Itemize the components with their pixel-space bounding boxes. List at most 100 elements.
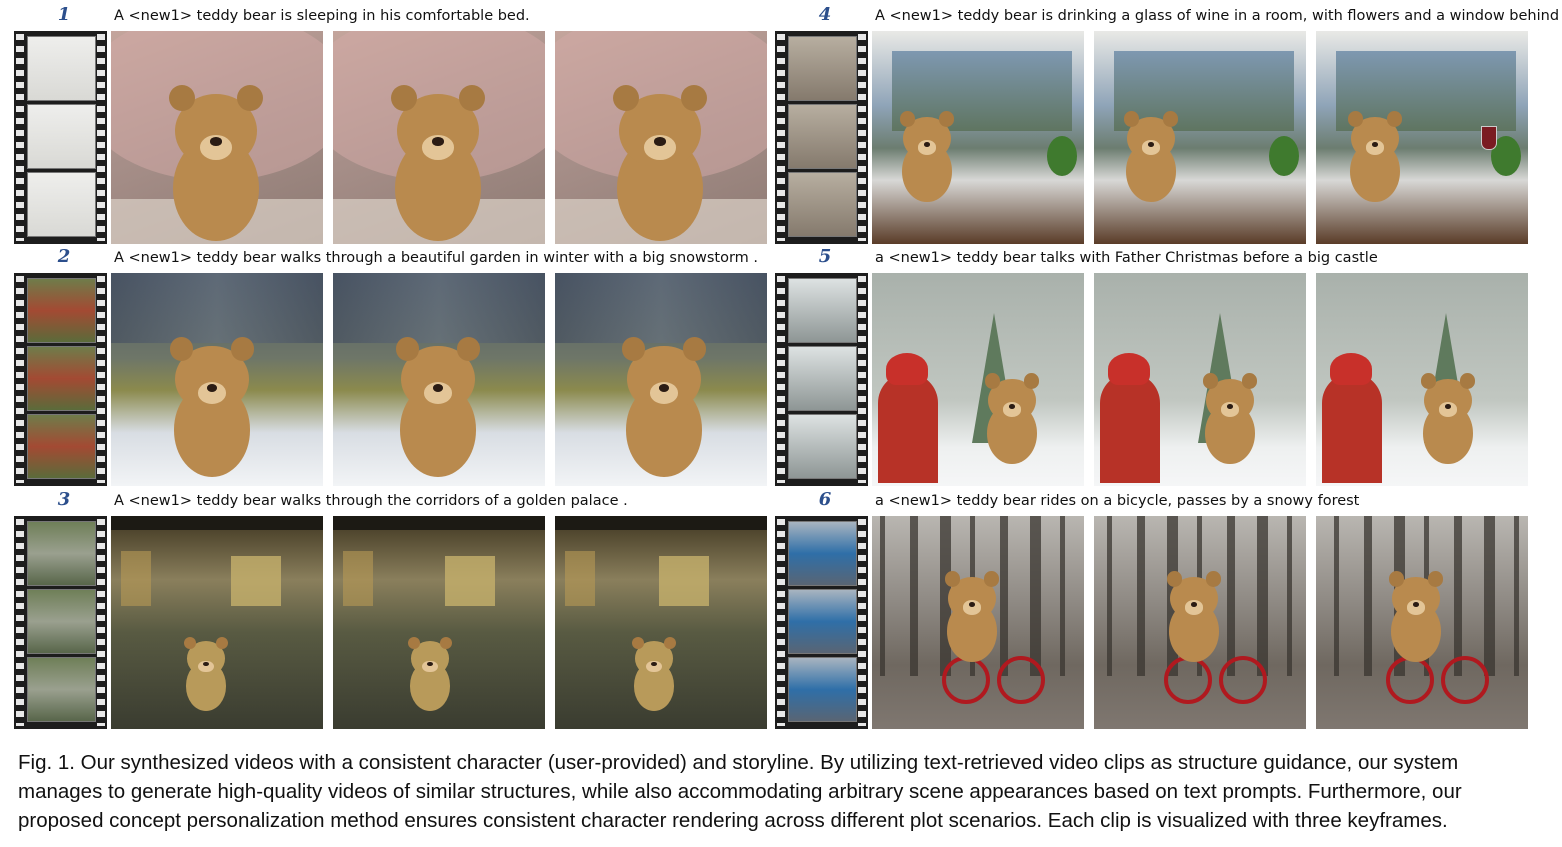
tree-trunk-shape — [1257, 516, 1268, 676]
tree-trunk-shape — [1137, 516, 1145, 676]
retrieved-clip-frame — [27, 172, 96, 237]
santa-hat-shape — [1330, 353, 1372, 385]
bear-nose — [432, 137, 444, 146]
bear-ear-left — [395, 337, 420, 361]
panel-2: 2 A <new1> teddy bear walks through a bea… — [14, 245, 769, 486]
bear-ear-left — [1166, 571, 1182, 587]
bear-ear-left — [612, 84, 640, 112]
window-shape — [231, 556, 281, 606]
bicycle-wheel-shape — [997, 656, 1045, 704]
ceiling-shape — [111, 516, 323, 530]
bear-ear-right — [1163, 111, 1179, 127]
bear-ear-right — [663, 636, 677, 650]
panel-prompt: A <new1> teddy bear walks through the co… — [114, 493, 628, 509]
tree-trunk-shape — [910, 516, 918, 676]
caption-line-1: Fig. 1. Our synthesized videos with a co… — [18, 751, 1459, 774]
keyframe-3 — [555, 516, 767, 729]
bicycle-wheel-shape — [1386, 656, 1434, 704]
tree-trunk-shape — [1454, 516, 1462, 676]
keyframe-3 — [1316, 273, 1528, 486]
retrieved-clip-frame — [788, 36, 857, 101]
retrieved-clip-frame — [788, 278, 857, 343]
bear-ear-left — [1388, 571, 1404, 587]
bear-nose — [651, 661, 657, 666]
bear-ear-right — [215, 636, 229, 650]
panel-prompt: a <new1> teddy bear rides on a bicycle, … — [875, 493, 1360, 509]
keyframe-2 — [1094, 31, 1306, 244]
caption-line-3: proposed concept personalization method … — [18, 809, 1448, 832]
film-strip — [14, 31, 107, 244]
retrieved-clip-frame — [27, 36, 96, 101]
bicycle-wheel-shape — [942, 656, 990, 704]
bear-nose — [968, 601, 976, 607]
tree-trunk-shape — [1000, 516, 1008, 676]
retrieved-clip-frame — [27, 346, 96, 411]
trees-shape — [333, 273, 545, 343]
tree-trunk-shape — [1514, 516, 1519, 676]
keyframe-1 — [872, 273, 1084, 486]
tree-trunk-shape — [1030, 516, 1041, 676]
bear-ear-right — [984, 571, 1000, 587]
bear-nose — [658, 384, 670, 392]
keyframe-3 — [1316, 516, 1528, 729]
bear-ear-left — [1420, 373, 1436, 389]
film-perforation-right — [97, 276, 105, 483]
tree-trunk-shape — [1364, 516, 1372, 676]
santa-shape — [1322, 373, 1382, 483]
bear-ear-left — [1123, 111, 1139, 127]
ceiling-shape — [555, 516, 767, 530]
bear-ear-right — [1242, 373, 1258, 389]
film-perforation-right — [97, 519, 105, 726]
ceiling-shape — [333, 516, 545, 530]
keyframe-1 — [872, 31, 1084, 244]
panel-prompt: A <new1> teddy bear is drinking a glass … — [875, 8, 1562, 24]
santa-hat-shape — [886, 353, 928, 385]
bear-nose — [206, 384, 218, 392]
tree-trunk-shape — [1060, 516, 1065, 676]
bear-ear-left — [168, 84, 196, 112]
tree-trunk-shape — [880, 516, 885, 676]
bear-ear-right — [1387, 111, 1403, 127]
panel-number: 4 — [818, 4, 832, 25]
bicycle-wheel-shape — [1219, 656, 1267, 704]
film-perforation-left — [16, 519, 24, 726]
film-strip — [14, 273, 107, 486]
figure-caption: Fig. 1. Our synthesized videos with a co… — [18, 748, 1558, 835]
bear-nose — [1226, 403, 1234, 409]
film-perforation-left — [777, 34, 785, 241]
retrieved-clip-frame — [27, 414, 96, 479]
panel-prompt: a <new1> teddy bear talks with Father Ch… — [875, 250, 1378, 266]
tree-trunk-shape — [1334, 516, 1339, 676]
film-perforation-left — [777, 276, 785, 483]
keyframe-2 — [333, 31, 545, 244]
panel-number: 2 — [57, 246, 71, 267]
tree-trunk-shape — [1227, 516, 1235, 676]
bear-ear-right — [939, 111, 955, 127]
bear-nose — [654, 137, 666, 146]
bear-ear-left — [169, 337, 194, 361]
gold-panel-shape — [565, 551, 595, 606]
tree-trunk-shape — [1484, 516, 1495, 676]
film-perforation-left — [777, 519, 785, 726]
bear-ear-right — [682, 337, 707, 361]
bicycle-wheel-shape — [1441, 656, 1489, 704]
keyframe-3 — [1316, 31, 1528, 244]
film-strip — [775, 516, 868, 729]
bear-ear-left — [390, 84, 418, 112]
panel-1: 1 A <new1> teddy bear is sleeping in his … — [14, 3, 769, 244]
bear-ear-left — [944, 571, 960, 587]
retrieved-clip-frame — [788, 521, 857, 586]
bear-nose — [1008, 403, 1016, 409]
plant-shape — [1269, 136, 1299, 176]
bear-nose — [1412, 601, 1420, 607]
bear-nose — [1147, 141, 1155, 147]
retrieved-clip-frame — [27, 589, 96, 654]
keyframe-1 — [111, 516, 323, 729]
bear-ear-right — [1024, 373, 1040, 389]
film-perforation-left — [16, 276, 24, 483]
bear-ear-left — [984, 373, 1000, 389]
keyframe-2 — [333, 516, 545, 729]
film-perforation-right — [858, 276, 866, 483]
panel-4: 4 A <new1> teddy bear is drinking a glass… — [775, 3, 1562, 244]
bear-ear-right — [1428, 571, 1444, 587]
